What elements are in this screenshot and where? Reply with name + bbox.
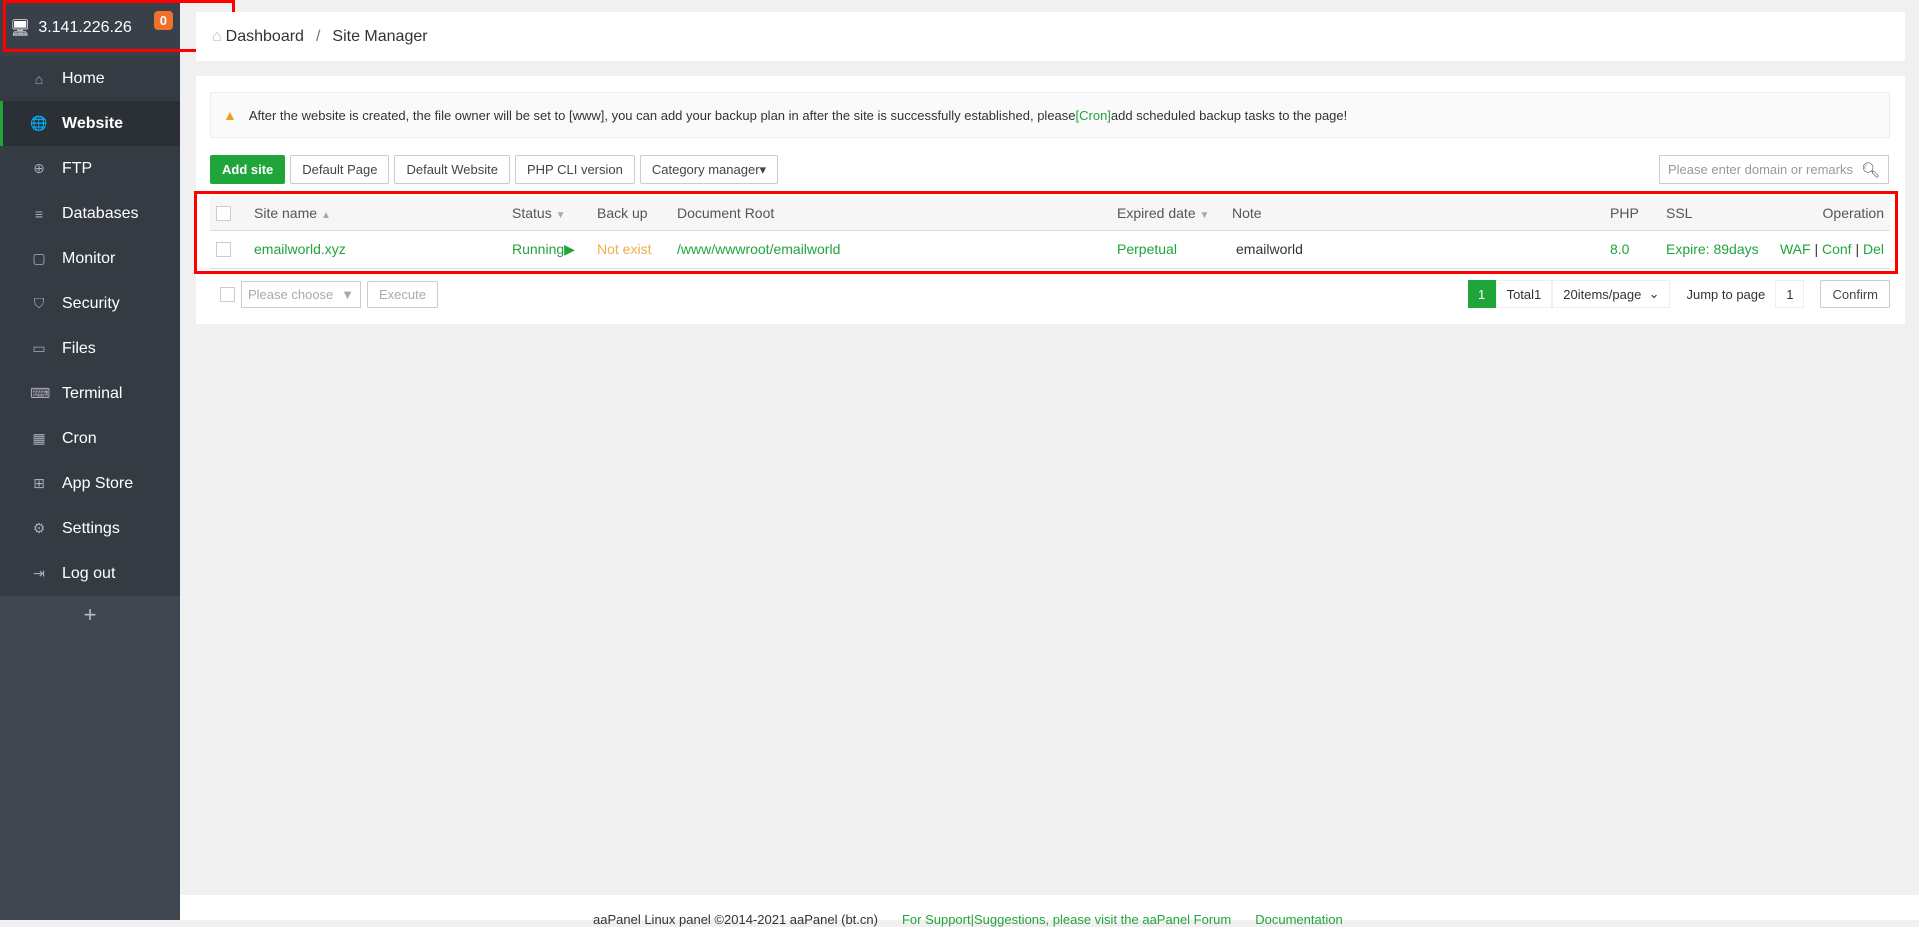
sidebar-item-label: Settings [62, 519, 120, 537]
breadcrumb: ⌂ Dashboard / Site Manager [196, 12, 1905, 61]
sidebar-item-home[interactable]: ⌂ Home [0, 56, 180, 101]
log-out-icon: ⇥ [33, 565, 45, 581]
sidebar-item-databases[interactable]: ≡ Databases [0, 191, 180, 236]
sidebar-item-log-out[interactable]: ⇥ Log out [0, 551, 180, 596]
execute-button[interactable]: Execute [367, 280, 438, 308]
sidebar-item-label: FTP [62, 159, 93, 177]
breadcrumb-separator: / [315, 27, 321, 45]
sidebar-item-app-store[interactable]: ⊞ App Store [0, 461, 180, 506]
sidebar-item-ftp[interactable]: ⊕ FTP [0, 146, 180, 191]
databases-icon: ≡ [34, 205, 44, 222]
sidebar-item-label: Security [62, 294, 120, 312]
sidebar-item-label: Databases [62, 204, 139, 222]
per-page-select[interactable]: 20items/page ⌄ [1552, 280, 1671, 308]
page-1[interactable]: 1 [1467, 280, 1496, 308]
search-input[interactable]: Please enter domain or remarks 🔍︎ [1659, 155, 1889, 184]
sidebar: 🖥 3.141.226.26 0 ⌂ Home 🌐 Website ⊕ FTP ≡ Datab… [0, 0, 180, 920]
sidebar-item-label: Website [62, 114, 124, 132]
pagination-bar: Please choose ▼ Execute 1 Total1 20items/… [210, 280, 1890, 308]
ftp-icon: ⊕ [33, 160, 45, 176]
php-cli-button[interactable]: PHP CLI version [515, 155, 635, 184]
home-icon: ⌂ [34, 70, 44, 87]
search-icon[interactable]: 🔍︎ [1861, 161, 1880, 179]
batch-checkbox[interactable] [220, 286, 235, 302]
info-alert: ▲ After the website is created, the file… [210, 92, 1890, 138]
sidebar-item-label: Log out [62, 564, 116, 582]
sidebar-item-settings[interactable]: ⚙ Settings [0, 506, 180, 551]
sidebar-item-label: Terminal [62, 384, 123, 402]
breadcrumb-current: Site Manager [332, 27, 428, 45]
files-icon: ▭ [32, 340, 46, 356]
sidebar-item-label: App Store [62, 474, 134, 492]
confirm-button[interactable]: Confirm [1820, 280, 1890, 308]
batch-action-select[interactable]: Please choose ▼ [241, 280, 361, 308]
sidebar-item-terminal[interactable]: ⌨ Terminal [0, 371, 180, 416]
jump-page-input[interactable]: 1 [1775, 280, 1805, 308]
sidebar-item-label: Cron [62, 429, 97, 447]
settings-icon: ⚙ [32, 520, 46, 536]
warning-icon: ▲ [223, 107, 237, 123]
category-manager-button[interactable]: Category manager▾ [639, 155, 779, 184]
footer: aaPanel Linux panel ©2014-2021 aaPanel (… [180, 895, 1919, 927]
sidebar-item-label: Monitor [62, 249, 116, 267]
default-page-button[interactable]: Default Page [290, 155, 390, 184]
breadcrumb-dashboard[interactable]: Dashboard [226, 28, 304, 46]
security-icon: ⛉ [33, 295, 45, 311]
alert-text-end: add scheduled backup tasks to the page! [1110, 107, 1348, 123]
jump-label: Jump to page [1686, 286, 1766, 302]
total-count: Total1 [1495, 280, 1553, 308]
default-website-button[interactable]: Default Website [394, 155, 510, 184]
search-placeholder: Please enter domain or remarks [1668, 162, 1853, 177]
add-site-button[interactable]: Add site [210, 155, 286, 184]
highlight-box [194, 191, 1898, 274]
sidebar-item-label: Home [62, 69, 105, 87]
sidebar-item-website[interactable]: 🌐 Website [0, 101, 180, 146]
cron-icon: ▦ [32, 430, 46, 446]
app-store-icon: ⊞ [33, 475, 45, 491]
sidebar-item-security[interactable]: ⛉ Security [0, 281, 180, 326]
terminal-icon: ⌨ [30, 385, 51, 401]
website-icon: 🌐 [30, 115, 48, 131]
monitor-icon: ▢ [32, 250, 46, 266]
sidebar-item-files[interactable]: ▭ Files [0, 326, 180, 371]
sidebar-item-cron[interactable]: ▦ Cron [0, 416, 180, 461]
home-icon: ⌂ [212, 27, 222, 45]
sidebar-item-monitor[interactable]: ▢ Monitor [0, 236, 180, 281]
add-menu-button[interactable]: + [0, 596, 180, 628]
alert-text: After the website is created, the file o… [248, 107, 1076, 123]
sidebar-item-label: Files [62, 339, 96, 357]
cron-link[interactable]: [Cron] [1076, 108, 1111, 123]
